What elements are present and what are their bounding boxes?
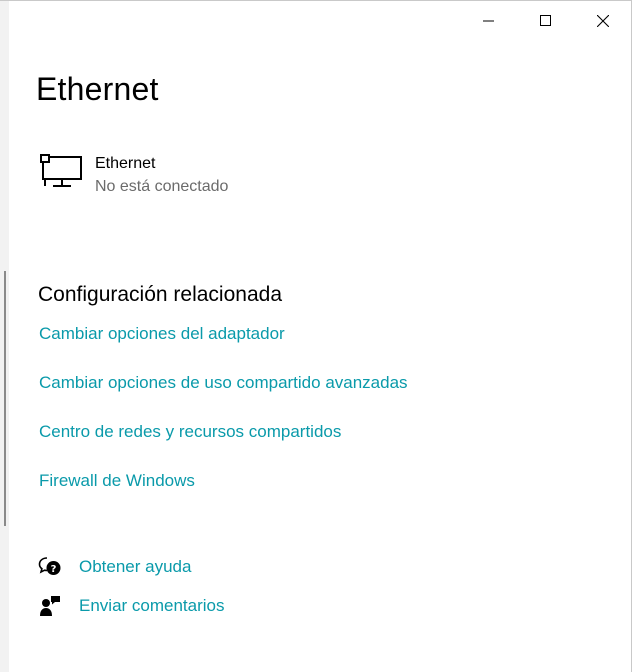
- close-button[interactable]: [574, 1, 631, 41]
- send-feedback-link[interactable]: Enviar comentarios: [79, 596, 225, 616]
- settings-window: Ethernet Ethernet No está conectado Conf…: [0, 0, 632, 672]
- change-adapter-options-link[interactable]: Cambiar opciones del adaptador: [39, 324, 285, 344]
- minimize-icon: [482, 20, 494, 22]
- maximize-button[interactable]: [517, 1, 574, 41]
- ethernet-network-icon: [40, 154, 82, 187]
- connection-status: No está conectado: [95, 178, 229, 195]
- get-help-link[interactable]: Obtener ayuda: [79, 557, 191, 577]
- minimize-button[interactable]: [460, 1, 517, 41]
- related-settings-heading: Configuración relacionada: [38, 283, 282, 306]
- get-help-row[interactable]: ? Obtener ayuda: [38, 555, 191, 579]
- connection-name: Ethernet: [95, 155, 156, 172]
- windows-firewall-link[interactable]: Firewall de Windows: [39, 471, 195, 491]
- chat-help-icon: ?: [38, 557, 61, 575]
- network-sharing-center-link[interactable]: Centro de redes y recursos compartidos: [39, 422, 341, 442]
- close-icon: [596, 15, 609, 27]
- scrollbar[interactable]: [4, 271, 6, 526]
- send-feedback-row[interactable]: Enviar comentarios: [38, 594, 225, 618]
- change-advanced-sharing-options-link[interactable]: Cambiar opciones de uso compartido avanz…: [39, 373, 408, 393]
- feedback-icon: [40, 596, 60, 616]
- maximize-icon: [539, 15, 551, 26]
- svg-text:?: ?: [51, 564, 57, 575]
- ethernet-connection[interactable]: Ethernet No está conectado: [39, 153, 228, 199]
- page-title: Ethernet: [36, 71, 159, 107]
